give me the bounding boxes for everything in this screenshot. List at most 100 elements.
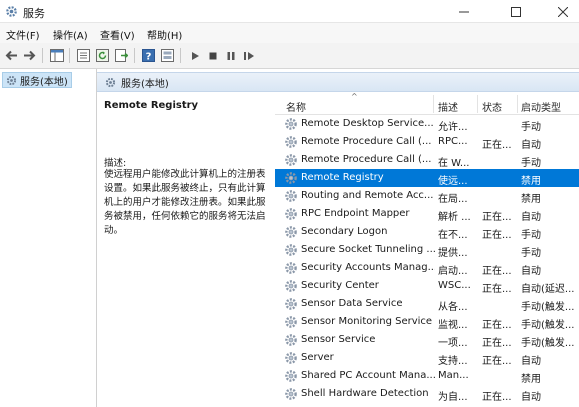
- service-gear-icon: [285, 370, 297, 382]
- maximize-button[interactable]: [493, 0, 539, 23]
- service-description: 启动...: [438, 266, 468, 277]
- stop-service-button[interactable]: [204, 47, 221, 64]
- service-status: 正在...: [482, 284, 512, 295]
- service-gear-icon: [285, 262, 297, 274]
- service-description: Man...: [438, 370, 469, 381]
- service-row[interactable]: Secure Socket Tunneling ... 提供... 手动: [275, 241, 579, 259]
- column-header-startup-type[interactable]: 启动类型: [521, 99, 561, 114]
- service-row[interactable]: Shared PC Account Mana... Man... 禁用: [275, 367, 579, 385]
- service-row[interactable]: Sensor Data Service 从各... 手动(触发...: [275, 295, 579, 313]
- service-row[interactable]: Routing and Remote Acc... 在局... 禁用: [275, 187, 579, 205]
- service-startup-type: 手动: [521, 230, 541, 241]
- service-startup-type: 手动(触发...: [521, 302, 575, 313]
- forward-button[interactable]: [21, 47, 38, 64]
- minimize-icon: [459, 11, 469, 12]
- service-name: Server: [301, 352, 334, 363]
- gear-icon: [6, 6, 17, 17]
- menu-view[interactable]: 查看(V): [100, 27, 135, 42]
- restart-service-button[interactable]: [240, 47, 257, 64]
- menu-bar: 文件(F) 操作(A) 查看(V) 帮助(H): [0, 23, 579, 43]
- service-description: 从各...: [438, 302, 468, 313]
- menu-help[interactable]: 帮助(H): [147, 27, 182, 42]
- service-startup-type: 禁用: [521, 374, 541, 385]
- pane-header: 服务(本地): [97, 72, 579, 92]
- service-name: Security Accounts Manag...: [301, 262, 435, 273]
- service-startup-type: 禁用: [521, 194, 541, 205]
- service-description: 在不...: [438, 230, 468, 241]
- service-status: 正在...: [482, 140, 512, 151]
- pause-service-button[interactable]: [222, 47, 239, 64]
- service-gear-icon: [285, 352, 297, 364]
- services-icon: [105, 77, 116, 87]
- show-hide-tree-button[interactable]: [48, 47, 65, 64]
- service-name: Routing and Remote Acc...: [301, 190, 434, 201]
- tree-item-services-local[interactable]: 服务(本地): [2, 72, 72, 88]
- service-row[interactable]: Security Center WSC... 正在... 自动(延迟...: [275, 277, 579, 295]
- service-name: Shell Hardware Detection: [301, 388, 429, 399]
- service-description: 一项...: [438, 338, 468, 349]
- service-description: 解析 ...: [438, 212, 471, 223]
- service-row[interactable]: Sensor Monitoring Service 监视... 正在... 手动(触发…: [275, 313, 579, 331]
- refresh-icon: [96, 49, 109, 62]
- start-service-button[interactable]: [186, 47, 203, 64]
- maximize-icon: [511, 6, 521, 17]
- view-button[interactable]: [159, 47, 176, 64]
- menu-action[interactable]: 操作(A): [53, 27, 88, 42]
- toolbar-separator: [134, 48, 135, 63]
- service-name: Shared PC Account Mana...: [301, 370, 435, 381]
- service-name: RPC Endpoint Mapper: [301, 208, 410, 219]
- column-divider[interactable]: [433, 95, 434, 113]
- main-pane: 服务(本地) Remote Registry 描述: 使远程用户能修改此计算机上…: [97, 69, 579, 407]
- minimize-button[interactable]: [441, 0, 487, 23]
- service-description: 在 W...: [438, 158, 470, 169]
- refresh-button[interactable]: [94, 47, 111, 64]
- properties-button[interactable]: [75, 47, 92, 64]
- service-row[interactable]: RPC Endpoint Mapper 解析 ... 正在... 自动: [275, 205, 579, 223]
- service-name: Sensor Monitoring Service: [301, 316, 433, 327]
- column-divider[interactable]: [477, 95, 478, 113]
- service-row[interactable]: Remote Desktop Service... 允许... 手动: [275, 115, 579, 133]
- list-header: ^ 名称 描述 状态 启动类型: [275, 93, 579, 115]
- service-description: RPC...: [438, 136, 468, 147]
- column-divider[interactable]: [517, 95, 518, 113]
- service-gear-icon: [285, 316, 297, 328]
- service-description: 在局...: [438, 194, 468, 205]
- service-gear-icon: [285, 226, 297, 238]
- service-description: 支持...: [438, 356, 468, 367]
- service-startup-type: 自动: [521, 356, 541, 367]
- service-startup-type: 手动(触发...: [521, 338, 575, 349]
- description-text: 使远程用户能修改此计算机上的注册表设置。如果此服务被终止，只有此计算机上的用户才…: [104, 169, 266, 236]
- back-button[interactable]: [3, 47, 20, 64]
- close-button[interactable]: [540, 0, 579, 23]
- service-gear-icon: [285, 190, 297, 202]
- menu-file[interactable]: 文件(F): [6, 27, 40, 42]
- service-name: Remote Registry: [301, 172, 384, 183]
- export-button[interactable]: [113, 47, 130, 64]
- service-row[interactable]: Remote Registry 使远... 禁用: [275, 169, 579, 187]
- service-row[interactable]: Shell Hardware Detection 为自... 正在... 自动: [275, 385, 579, 403]
- service-gear-icon: [285, 208, 297, 220]
- service-description: 为自...: [438, 392, 468, 403]
- service-startup-type: 自动: [521, 140, 541, 151]
- service-row[interactable]: Remote Procedure Call (... 在 W... 手动: [275, 151, 579, 169]
- service-row[interactable]: Server 支持... 正在... 自动: [275, 349, 579, 367]
- service-status: 正在...: [482, 230, 512, 241]
- description-panel: Remote Registry 描述: 使远程用户能修改此计算机上的注册表设置。…: [97, 93, 275, 407]
- service-row[interactable]: Security Accounts Manag... 启动... 正在... 自动: [275, 259, 579, 277]
- close-icon: [558, 6, 568, 17]
- column-header-name[interactable]: 名称: [286, 99, 306, 114]
- service-status: 正在...: [482, 392, 512, 403]
- service-startup-type: 自动(延迟...: [521, 284, 575, 295]
- title-bar: 服务: [0, 0, 579, 23]
- help-button[interactable]: ?: [140, 47, 157, 64]
- service-row[interactable]: Secondary Logon 在不... 正在... 手动: [275, 223, 579, 241]
- toolbar-separator: [180, 48, 181, 63]
- service-gear-icon: [285, 280, 297, 292]
- column-header-status[interactable]: 状态: [482, 99, 502, 114]
- service-description: WSC...: [438, 280, 471, 291]
- service-startup-type: 手动: [521, 158, 541, 169]
- service-name: Secondary Logon: [301, 226, 388, 237]
- service-row[interactable]: Sensor Service 一项... 正在... 手动(触发...: [275, 331, 579, 349]
- column-header-description[interactable]: 描述: [438, 99, 458, 114]
- service-row[interactable]: Remote Procedure Call (... RPC... 正在... 自动: [275, 133, 579, 151]
